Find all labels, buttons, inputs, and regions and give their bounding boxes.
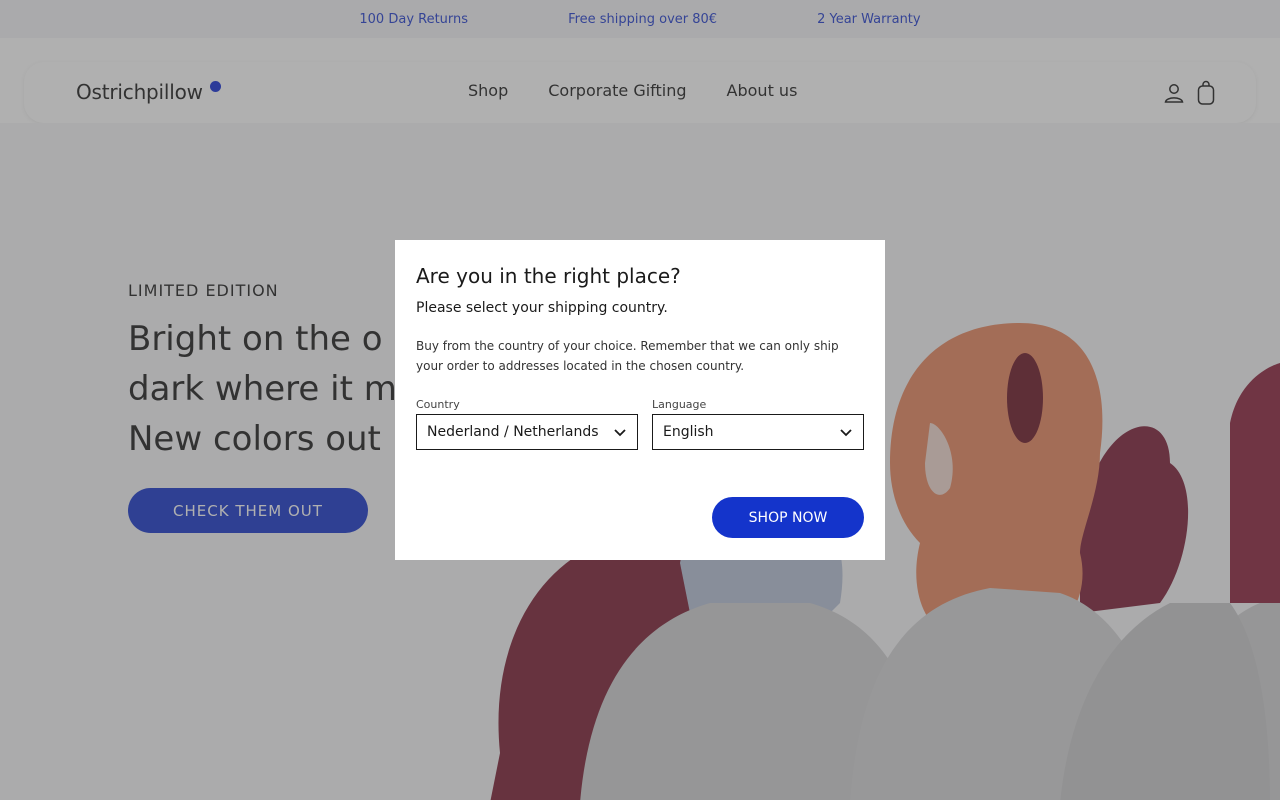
language-label: Language — [652, 398, 707, 411]
modal-title: Are you in the right place? — [416, 264, 681, 288]
shop-now-button[interactable]: SHOP NOW — [712, 497, 864, 538]
country-select[interactable]: Nederland / Netherlands — [416, 414, 638, 450]
modal-description: Buy from the country of your choice. Rem… — [416, 339, 839, 373]
country-label: Country — [416, 398, 460, 411]
chevron-down-icon — [840, 429, 852, 437]
chevron-down-icon — [614, 429, 626, 437]
country-selector-modal: Are you in the right place? Please selec… — [395, 240, 885, 560]
country-field: Country Nederland / Netherlands — [416, 398, 638, 450]
language-value: English — [663, 424, 714, 440]
modal-subtitle: Please select your shipping country. — [416, 300, 668, 316]
language-select[interactable]: English — [652, 414, 864, 450]
country-value: Nederland / Netherlands — [427, 424, 599, 440]
language-field: Language English — [652, 398, 864, 450]
selector-fields: Country Nederland / Netherlands Language… — [416, 398, 864, 450]
